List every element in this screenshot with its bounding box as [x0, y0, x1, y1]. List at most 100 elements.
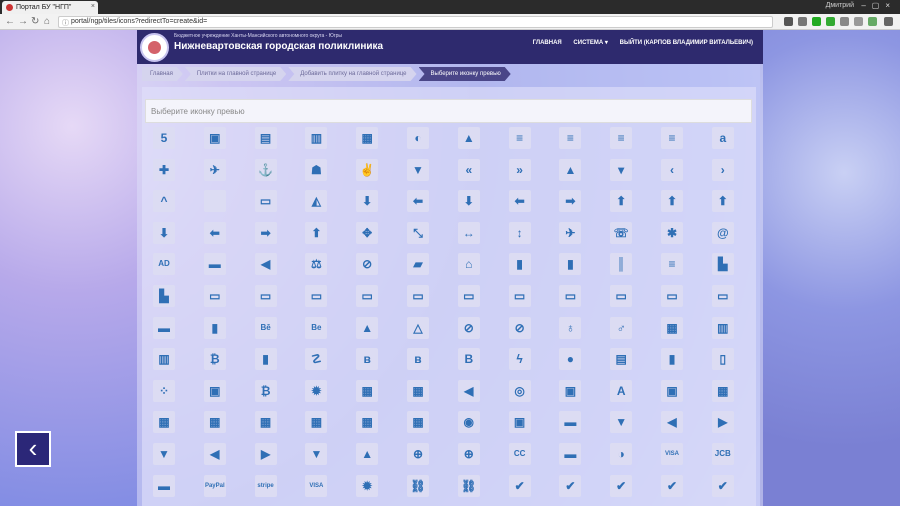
icon-option[interactable]: ⌂ [457, 253, 480, 276]
icon-option[interactable]: ◀ [457, 379, 480, 402]
icon-option[interactable]: AD [153, 253, 175, 276]
icon-option[interactable]: ▣ [661, 379, 683, 402]
icon-option[interactable]: ↔ [457, 221, 480, 244]
icon-option[interactable]: ☡ [305, 348, 328, 371]
breadcrumb-item[interactable]: Добавить плитку на главной странице [288, 67, 416, 81]
window-controls[interactable]: –▢× [861, 1, 896, 10]
icon-option[interactable]: ▼ [153, 443, 175, 465]
icon-option[interactable]: ⬅ [203, 221, 226, 244]
icon-option[interactable]: PayPal [203, 474, 226, 497]
icon-option[interactable]: ▬ [203, 253, 226, 276]
icon-option[interactable]: ● [559, 348, 582, 371]
icon-option[interactable]: › [711, 158, 734, 181]
icon-option[interactable]: ⬅ [407, 190, 429, 213]
extension-icon[interactable] [798, 17, 807, 26]
icon-option[interactable]: ▣ [559, 379, 582, 402]
icon-option[interactable]: ▬ [559, 411, 582, 434]
icon-option[interactable]: ✔ [508, 474, 531, 497]
icon-option[interactable]: ▭ [559, 285, 582, 307]
icon-option[interactable]: ▣ [203, 379, 226, 402]
icon-option[interactable]: ↕ [508, 221, 531, 244]
icon-option[interactable]: ⬆ [610, 190, 633, 213]
icon-option[interactable]: ⊕ [457, 443, 480, 465]
icon-option[interactable]: ▦ [356, 379, 379, 402]
icon-option[interactable]: ◭ [305, 190, 328, 213]
icon-option[interactable]: ◎ [508, 379, 531, 402]
icon-option[interactable]: ⁘ [153, 379, 175, 402]
icon-option[interactable]: ⚓ [254, 158, 277, 181]
menu-icon[interactable] [884, 17, 893, 26]
icon-option[interactable]: ▦ [305, 411, 328, 434]
extension-icon[interactable] [854, 17, 863, 26]
icon-option[interactable]: ▮ [508, 253, 531, 276]
icon-option[interactable]: a [711, 127, 734, 149]
icon-option[interactable]: ▙ [711, 253, 734, 276]
icon-option[interactable]: ‹ [661, 158, 683, 181]
extension-icon[interactable] [826, 17, 835, 26]
icon-option[interactable]: ✈ [559, 221, 582, 244]
icon-option[interactable]: ▥ [153, 348, 175, 371]
icon-option[interactable]: ▦ [356, 127, 379, 149]
icon-option[interactable]: » [508, 158, 531, 181]
icon-option[interactable]: ▭ [508, 285, 531, 307]
reload-icon[interactable]: ↻ [31, 16, 39, 27]
icon-option[interactable]: ◀ [254, 253, 277, 276]
icon-option[interactable]: ⬇ [153, 221, 175, 244]
icon-option[interactable]: ▦ [407, 379, 429, 402]
icon-option[interactable]: 5 [153, 127, 175, 149]
icon-option[interactable]: ▤ [610, 348, 633, 371]
icon-option[interactable]: ⊕ [407, 443, 429, 465]
icon-option[interactable]: ▬ [153, 474, 175, 497]
icon-option[interactable]: ✔ [711, 474, 734, 497]
icon-option[interactable]: B [457, 348, 480, 371]
icon-option[interactable]: ⊘ [356, 253, 379, 276]
extension-icon[interactable] [840, 17, 849, 26]
extension-icon[interactable] [812, 17, 821, 26]
menu-item-logout[interactable]: ВЫЙТИ (КАРПОВ ВЛАДИМИР ВИТАЛЬЕВИЧ) [620, 40, 753, 46]
icon-option[interactable]: @ [711, 221, 734, 244]
icon-option[interactable]: ▦ [356, 411, 379, 434]
icon-option[interactable]: ▮ [661, 348, 683, 371]
icon-option[interactable]: ▰ [407, 253, 429, 276]
icon-option[interactable]: ▤ [254, 127, 277, 149]
icon-option[interactable]: ✱ [661, 221, 683, 244]
site-title[interactable]: Нижневартовская городская поликлиника [174, 41, 383, 52]
icon-option[interactable]: ✔ [610, 474, 633, 497]
icon-option[interactable]: ϟ [508, 348, 531, 371]
icon-option[interactable]: ▭ [254, 190, 277, 213]
icon-option[interactable]: ▮ [559, 253, 582, 276]
icon-option[interactable]: ⬆ [305, 221, 328, 244]
icon-option[interactable]: ⬇ [356, 190, 379, 213]
icon-option[interactable]: ⛓ [457, 474, 480, 497]
icon-option[interactable]: ◐ [407, 127, 429, 149]
url-field[interactable]: ⓘ portal/ngp/tiles/icons?redirectTo=crea… [58, 16, 773, 28]
icon-option[interactable]: ✹ [305, 379, 328, 402]
icon-option[interactable]: ⛓ [407, 474, 429, 497]
icon-option[interactable]: ʙ [407, 348, 429, 371]
icon-option[interactable]: ʙ [356, 348, 379, 371]
icon-option[interactable]: ▦ [407, 411, 429, 434]
icon-option[interactable]: ₿ [254, 379, 277, 402]
icon-option[interactable]: ♂ [610, 316, 633, 339]
clinic-logo[interactable] [140, 33, 169, 62]
icon-option[interactable]: VISA [661, 443, 683, 465]
icon-option[interactable]: ▭ [407, 285, 429, 307]
icon-option[interactable]: ☏ [610, 221, 633, 244]
icon-option[interactable]: ✔ [661, 474, 683, 497]
icon-option[interactable]: ▣ [508, 411, 531, 434]
icon-option[interactable]: ✚ [153, 158, 175, 181]
icon-option[interactable]: JCB [711, 443, 734, 465]
icon-option[interactable]: ≡ [508, 127, 531, 149]
icon-option[interactable]: ▭ [356, 285, 379, 307]
browser-tab[interactable]: Портал БУ "НГП" × [2, 1, 98, 14]
icon-option[interactable]: ▲ [356, 443, 379, 465]
icon-option[interactable]: ▲ [559, 158, 582, 181]
icon-option[interactable]: ₿ [203, 348, 226, 371]
icon-option[interactable]: ▦ [661, 316, 683, 339]
icon-option[interactable]: ▾ [610, 158, 633, 181]
icon-option[interactable]: ≡ [559, 127, 582, 149]
icon-option[interactable]: Bē [254, 316, 277, 339]
icon-option[interactable]: ⬅ [508, 190, 531, 213]
icon-option[interactable]: △ [407, 316, 429, 339]
icon-option[interactable]: ▭ [457, 285, 480, 307]
